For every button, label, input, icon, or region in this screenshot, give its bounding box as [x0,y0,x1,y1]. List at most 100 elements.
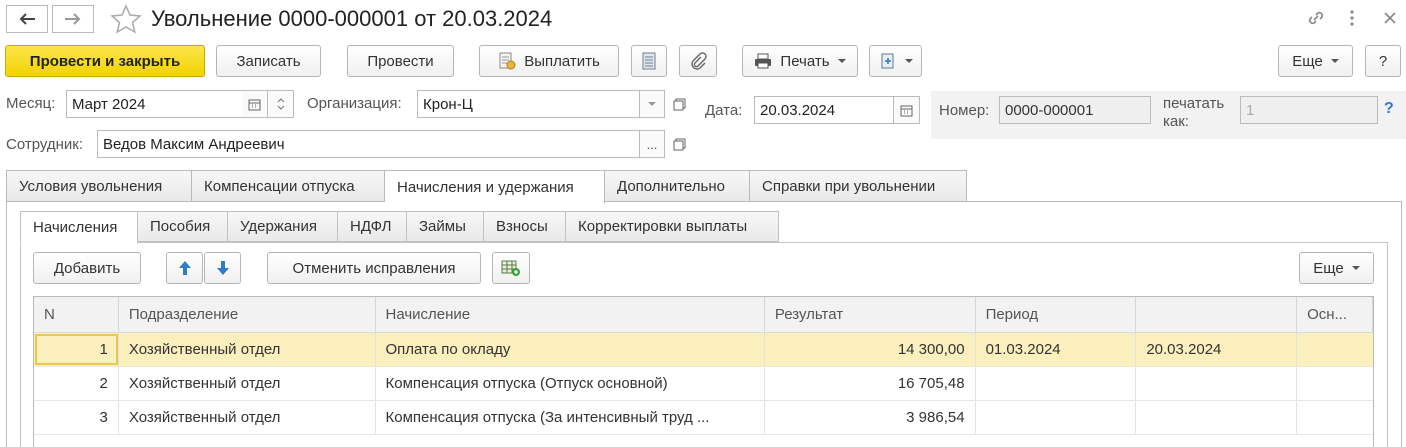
print-button[interactable]: Печать [742,45,858,77]
post-button[interactable]: Провести [347,45,454,77]
subtab-deductions[interactable]: Удержания [228,211,338,242]
tab-additional[interactable]: Дополнительно [605,170,750,202]
close-icon[interactable] [1380,8,1400,28]
link-icon[interactable] [1306,8,1326,28]
cell-accrual[interactable]: Оплата по окладу [376,333,765,366]
main-tabs: Условия увольнения Компенсации отпуска Н… [6,170,967,204]
cell-result[interactable]: 14 300,00 [765,333,976,366]
attach-button[interactable] [679,45,717,77]
table-add-button[interactable] [492,252,530,284]
column-header-result[interactable]: Результат [765,297,976,332]
print-as-label: печатать как: [1163,95,1224,131]
create-based-on-icon [881,53,893,69]
calendar-icon [900,105,913,116]
move-up-button[interactable] [166,252,203,284]
cell-period-to[interactable] [1136,367,1298,400]
employee-field[interactable]: Ведов Максим Андреевич [97,130,640,158]
cell-period-to[interactable]: 20.03.2024 [1136,333,1298,366]
arrow-down-icon [216,261,229,275]
tab-vacation-compensation[interactable]: Компенсации отпуска [192,170,385,202]
cell-basis[interactable] [1297,401,1373,434]
create-based-on-button[interactable] [869,45,922,77]
back-button[interactable] [6,5,48,33]
print-label: Печать [780,52,830,70]
cell-result[interactable]: 16 705,48 [765,367,976,400]
cell-period-from[interactable] [976,367,1137,400]
cell-period-from[interactable] [976,401,1137,434]
post-and-close-button[interactable]: Провести и закрыть [5,45,205,77]
pay-button[interactable]: Выплатить [479,45,619,77]
cell-accrual[interactable]: Компенсация отпуска (За интенсивный труд… [376,401,765,434]
cell-department[interactable]: Хозяйственный отдел [119,401,376,434]
subtab-payment-adjustments[interactable]: Корректировки выплаты [566,211,779,242]
chevron-down-icon [1351,266,1360,270]
tab-dismissal-conditions[interactable]: Условия увольнения [6,170,192,202]
table-row[interactable]: 1 Хозяйственный отдел Оплата по окладу 1… [34,333,1373,367]
employee-open-button[interactable] [668,133,690,155]
cancel-corrections-button[interactable]: Отменить исправления [267,252,481,284]
subtab-contributions[interactable]: Взносы [484,211,566,242]
more-button[interactable]: Еще [1278,45,1353,77]
list-register-icon [642,52,656,70]
favorite-star-icon[interactable] [110,4,142,34]
column-header-basis[interactable]: Осн... [1297,297,1373,332]
table-row[interactable]: 3 Хозяйственный отдел Компенсация отпуск… [34,401,1373,435]
save-button[interactable]: Записать [216,45,321,77]
print-as-field: 1 [1240,96,1378,124]
print-as-label-line1: печатать [1163,95,1225,112]
cell-period-to[interactable] [1136,401,1298,434]
move-down-button[interactable] [204,252,241,284]
cell-accrual[interactable]: Компенсация отпуска (Отпуск основной) [376,367,765,400]
print-as-help-icon[interactable]: ? [1384,100,1394,118]
column-header-accrual[interactable]: Начисление [376,297,765,332]
organization-open-button[interactable] [668,93,690,115]
cell-basis[interactable] [1297,367,1373,400]
forward-button[interactable] [52,5,94,33]
organization-dropdown-button[interactable] [640,90,665,118]
column-header-n[interactable]: N [34,297,119,332]
month-calendar-button[interactable] [242,90,268,118]
tab-dismissal-certificates[interactable]: Справки при увольнении [750,170,967,202]
arrow-up-icon [178,261,191,275]
grid-more-button[interactable]: Еще [1299,252,1374,284]
column-header-period-end[interactable] [1136,297,1298,332]
organization-field[interactable]: Крон-Ц [417,90,640,118]
help-button[interactable]: ? [1365,45,1401,77]
open-window-icon [673,138,685,150]
table-add-icon [501,260,520,276]
grid-more-label: Еще [1313,259,1344,277]
date-label: Дата: [705,102,743,119]
arrow-right-icon [65,13,81,25]
cell-department[interactable]: Хозяйственный отдел [119,367,376,400]
cell-n[interactable]: 1 [34,333,119,366]
column-header-period[interactable]: Период [976,297,1137,332]
month-label: Месяц: [6,95,56,112]
add-button[interactable]: Добавить [33,252,141,284]
register-button[interactable] [631,45,667,77]
date-calendar-button[interactable] [894,96,920,124]
date-field[interactable]: 20.03.2024 [754,96,894,124]
number-label: Номер: [939,102,990,119]
cell-result[interactable]: 3 986,54 [765,401,976,434]
employee-select-button[interactable]: ... [640,130,665,158]
menu-dots-icon[interactable] [1342,8,1362,28]
subtab-loans[interactable]: Займы [407,211,484,242]
cell-department[interactable]: Хозяйственный отдел [119,333,376,366]
cell-n[interactable]: 3 [34,401,119,434]
month-field[interactable]: Март 2024 [66,90,243,118]
chevron-down-icon [648,102,656,106]
column-header-department[interactable]: Подразделение [119,297,376,332]
cell-basis[interactable] [1297,333,1373,366]
tab-accruals-deductions[interactable]: Начисления и удержания [385,170,605,204]
cell-period-from[interactable]: 01.03.2024 [976,333,1137,366]
subtab-ndfl[interactable]: НДФЛ [338,211,407,242]
pay-label: Выплатить [524,52,600,70]
month-spin-button[interactable] [268,90,294,118]
print-as-label-line2: как: [1163,113,1189,130]
cell-n[interactable]: 2 [34,367,119,400]
arrow-left-icon [19,13,35,25]
subtab-accruals[interactable]: Начисления [20,211,138,244]
table-row[interactable]: 2 Хозяйственный отдел Компенсация отпуск… [34,367,1373,401]
subtab-benefits[interactable]: Пособия [138,211,228,242]
printer-icon [755,53,772,69]
